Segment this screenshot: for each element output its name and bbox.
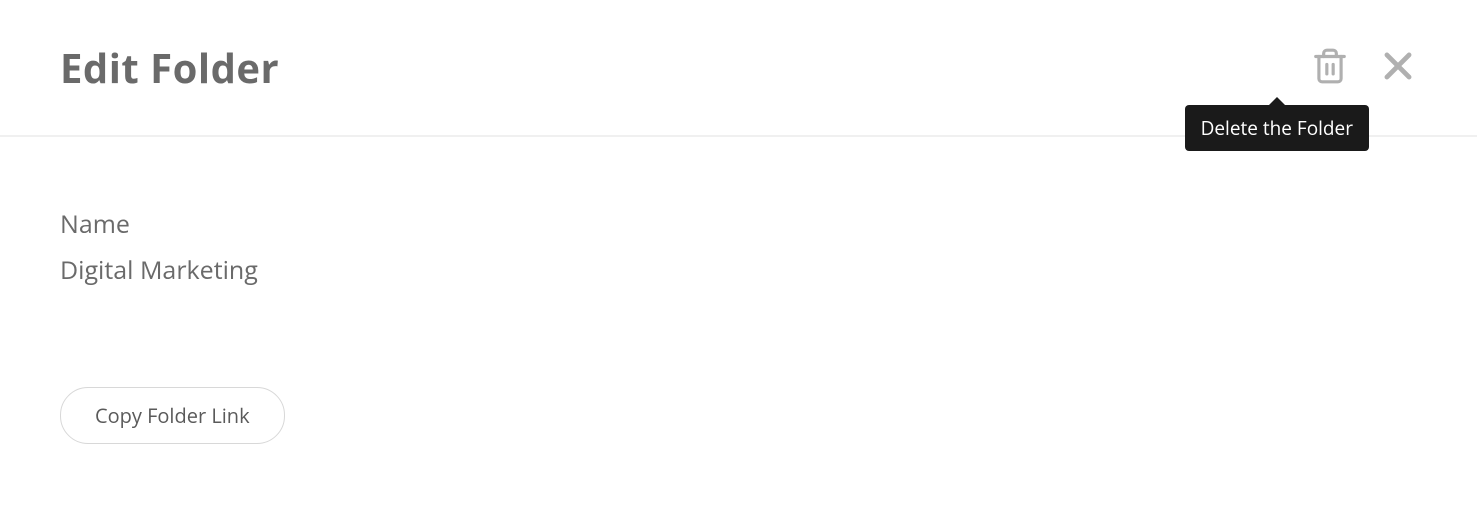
name-value[interactable]: Digital Marketing	[60, 253, 1417, 287]
close-button[interactable]	[1379, 47, 1417, 88]
delete-button[interactable]	[1311, 47, 1349, 88]
trash-icon	[1311, 47, 1349, 88]
name-label: Name	[60, 207, 1417, 241]
delete-tooltip: Delete the Folder	[1185, 105, 1369, 151]
copy-folder-link-button[interactable]: Copy Folder Link	[60, 387, 285, 444]
dialog-content: Name Digital Marketing Copy Folder Link	[0, 137, 1477, 484]
page-title: Edit Folder	[60, 40, 279, 95]
header-actions: Delete the Folder	[1311, 47, 1417, 88]
close-icon	[1379, 47, 1417, 88]
dialog-header: Edit Folder Delete the Folder	[0, 0, 1477, 137]
